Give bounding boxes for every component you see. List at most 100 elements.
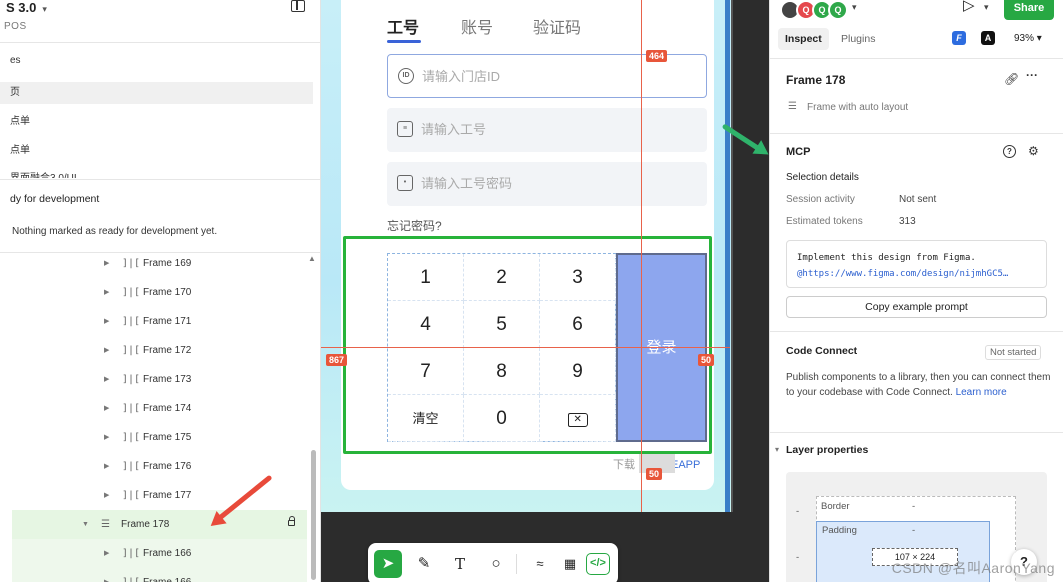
layer-row-child[interactable]: ▶]|[Frame 166 xyxy=(12,568,307,582)
frame-autolayout-icon: ]|[ xyxy=(122,548,141,559)
layer-row[interactable]: ▶]|[Frame 170 xyxy=(0,278,307,307)
border-label: Border xyxy=(821,501,850,512)
expand-icon[interactable]: ▶ xyxy=(104,539,109,568)
frame-autolayout-icon: ]|[ xyxy=(122,490,141,501)
page-item[interactable]: 点单 xyxy=(0,111,314,133)
layers-panel: S 3.0▾ POS es 页 点单 点单 界面融合3.0/UI dy for … xyxy=(0,0,321,582)
expand-icon[interactable]: ▶ xyxy=(104,568,109,582)
comment-tool-icon[interactable]: ○ xyxy=(482,550,510,578)
example-prompt[interactable]: Implement this design from Figma. @https… xyxy=(786,240,1047,288)
layers-scrollbar[interactable] xyxy=(311,450,316,580)
text-tool-icon[interactable]: T xyxy=(446,550,474,578)
layer-row[interactable]: ▶]|[Frame 172 xyxy=(0,336,307,365)
layer-name: Frame 166 xyxy=(143,568,191,582)
outer-left-value: - xyxy=(796,506,800,517)
chevron-down-icon[interactable]: ▾ xyxy=(775,445,779,454)
selection-type: Frame with auto layout xyxy=(807,102,909,113)
expand-icon[interactable]: ▶ xyxy=(104,249,109,278)
learn-more-link[interactable]: Learn more xyxy=(956,387,1007,398)
divider xyxy=(770,133,1063,134)
link-icon[interactable]: 🔗︎ xyxy=(1004,72,1019,86)
page-item-active[interactable]: 页 xyxy=(0,82,313,104)
ready-for-dev-title: dy for development xyxy=(10,193,100,205)
expand-icon[interactable]: ▶ xyxy=(104,423,109,452)
outer-left-value: - xyxy=(796,552,800,563)
layer-row[interactable]: ▶]|[Frame 169 xyxy=(0,249,307,278)
annotate-tool-icon[interactable]: ≈ xyxy=(526,550,554,578)
layer-row-selected[interactable]: ▼ ☰ Frame 178 xyxy=(12,510,307,539)
page-item[interactable]: 点单 xyxy=(0,140,314,162)
expand-icon[interactable]: ▶ xyxy=(104,336,109,365)
dev-mode-icon[interactable]: </> xyxy=(586,553,610,575)
present-icon[interactable] xyxy=(963,0,976,14)
layer-row[interactable]: ▶]|[Frame 176 xyxy=(0,452,307,481)
expand-icon[interactable]: ▶ xyxy=(104,307,109,336)
clipboard-icon: ≡ xyxy=(397,121,413,137)
page-item[interactable]: es xyxy=(0,50,314,72)
padding-value: - xyxy=(912,525,916,536)
measure-tool-icon[interactable]: ▦ xyxy=(556,550,584,578)
chevron-down-icon: ▾ xyxy=(42,4,47,14)
employee-id-input[interactable]: ≡ 请输入工号 xyxy=(387,108,707,152)
frame-edge xyxy=(731,0,733,512)
chevron-down-icon[interactable]: ▾ xyxy=(852,2,857,13)
password-input[interactable]: • 请输入工号密码 xyxy=(387,162,707,206)
tab-account[interactable]: 账号 xyxy=(461,14,493,38)
layer-row-child[interactable]: ▶]|[Frame 166 xyxy=(12,539,307,568)
tab-plugins[interactable]: Plugins xyxy=(834,28,882,50)
measure-guide-vertical xyxy=(641,0,642,512)
expand-icon[interactable]: ▶ xyxy=(104,365,109,394)
zoom-level[interactable]: 93% ▾ xyxy=(1014,33,1042,44)
frame-autolayout-icon: ]|[ xyxy=(122,461,141,472)
layer-row[interactable]: ▶]|[Frame 174 xyxy=(0,394,307,423)
file-subtitle: POS xyxy=(4,21,27,32)
frame-selection-edge xyxy=(725,0,730,512)
layer-row[interactable]: ▶]|[Frame 175 xyxy=(0,423,307,452)
layer-name: Frame 172 xyxy=(143,345,192,356)
expand-icon[interactable]: ▶ xyxy=(104,278,109,307)
chevron-down-icon[interactable]: ▾ xyxy=(984,2,989,13)
session-activity-label: Session activity xyxy=(786,194,855,205)
frame-autolayout-icon: ]|[ xyxy=(122,316,141,327)
selection-title: Frame 178 xyxy=(786,73,846,87)
design-canvas[interactable]: 工号 账号 验证码 ID 请输入门店ID ≡ 请输入工号 • 请输入工号密码 忘记密码… xyxy=(321,0,769,582)
layer-name: Frame 169 xyxy=(143,258,192,269)
lock-icon[interactable] xyxy=(288,516,295,526)
copy-prompt-button[interactable]: Copy example prompt xyxy=(786,296,1047,318)
ready-for-dev-description: Nothing marked as ready for development … xyxy=(12,226,218,237)
tab-inspect[interactable]: Inspect xyxy=(778,28,829,50)
plugin-a-icon[interactable]: A xyxy=(981,31,995,45)
help-icon[interactable]: ? xyxy=(1003,145,1016,158)
frame-autolayout-icon: ]|[ xyxy=(122,374,141,385)
autolayout-icon: ☰ xyxy=(101,519,110,530)
padding-label: Padding xyxy=(822,525,857,536)
panel-toggle-icon[interactable] xyxy=(291,0,305,12)
divider xyxy=(770,432,1063,433)
layer-row[interactable]: ▶]|[Frame 173 xyxy=(0,365,307,394)
share-button[interactable]: Share xyxy=(1004,0,1054,20)
plugin-f-icon[interactable]: F xyxy=(952,31,966,45)
forgot-password-link[interactable]: 忘记密码? xyxy=(387,217,442,234)
scroll-up-icon[interactable]: ▲ xyxy=(308,254,316,263)
frame-autolayout-icon: ]|[ xyxy=(122,432,141,443)
file-title[interactable]: S 3.0 ▾ xyxy=(6,0,47,15)
collapse-icon[interactable]: ▼ xyxy=(82,510,89,539)
tab-verification-code[interactable]: 验证码 xyxy=(533,14,581,38)
estimated-tokens-value: 313 xyxy=(899,216,916,227)
divider xyxy=(0,179,320,180)
watermark: CSDN @名叫AaronYang xyxy=(891,560,1055,576)
move-tool-icon[interactable]: ➤ xyxy=(374,550,402,578)
measure-label-left: 867 xyxy=(326,354,348,366)
selection-details-label: Selection details xyxy=(786,172,859,183)
more-options-icon[interactable]: ··· xyxy=(1026,68,1038,82)
expand-icon[interactable]: ▶ xyxy=(104,481,109,510)
page-item[interactable]: 界面融合3.0/UI xyxy=(0,168,314,178)
expand-icon[interactable]: ▶ xyxy=(104,452,109,481)
lock-icon: • xyxy=(397,175,413,191)
layer-row[interactable]: ▶]|[Frame 171 xyxy=(0,307,307,336)
tab-employee-id[interactable]: 工号 xyxy=(387,14,419,38)
expand-icon[interactable]: ▶ xyxy=(104,394,109,423)
pen-tool-icon[interactable]: ✎ xyxy=(410,550,438,578)
settings-sliders-icon[interactable]: ⚙︎ xyxy=(1028,144,1039,158)
avatar-q[interactable]: Q xyxy=(828,0,848,20)
